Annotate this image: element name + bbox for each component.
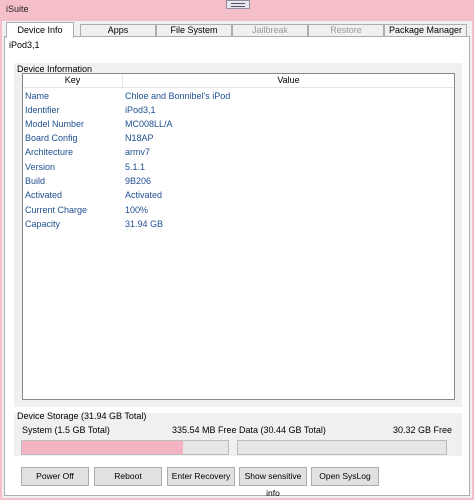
system-free-label: 335.54 MB Free	[172, 425, 237, 435]
row-value: 100%	[125, 205, 149, 215]
device-information-group: Device Information Key Value Name Chloe a…	[14, 63, 462, 407]
row-value: N18AP	[125, 133, 154, 143]
reboot-button[interactable]: Reboot	[94, 467, 162, 486]
row-key: Identifier	[25, 105, 60, 115]
data-free-label: 30.32 GB Free	[393, 425, 453, 435]
row-key: Architecture	[25, 147, 74, 157]
row-key: Version	[25, 162, 56, 172]
open-syslog-button[interactable]: Open SysLog	[311, 467, 379, 486]
column-header-value[interactable]: Value	[123, 74, 454, 88]
list-row[interactable]: Model Number MC008LL/A	[23, 117, 454, 131]
main-window: Device Info Apps File System Jailbreak R…	[2, 21, 472, 498]
power-off-button[interactable]: Power Off	[21, 467, 89, 486]
data-storage-label: Data (30.44 GB Total)	[239, 425, 326, 435]
row-key: Activated	[25, 190, 63, 200]
device-storage-group: Device Storage (31.94 GB Total) System (…	[14, 411, 462, 456]
tab-device-info[interactable]: Device Info	[6, 22, 74, 38]
grip-handle-icon[interactable]	[226, 0, 250, 9]
row-key: Model Number	[25, 119, 85, 129]
show-sensitive-info-button[interactable]: Show sensitive info	[239, 467, 307, 498]
data-storage-bar	[237, 440, 447, 455]
system-storage-bar	[21, 440, 229, 455]
list-row[interactable]: Identifier iPod3,1	[23, 103, 454, 117]
list-row[interactable]: Capacity 31.94 GB	[23, 217, 454, 231]
enter-recovery-button[interactable]: Enter Recovery	[167, 467, 235, 486]
column-header-key[interactable]: Key	[23, 74, 123, 88]
row-value: 9B206	[125, 176, 152, 186]
row-key: Build	[25, 176, 46, 186]
list-row[interactable]: Architecture armv7	[23, 145, 454, 159]
window-title: iSuite	[6, 4, 29, 14]
row-value: Activated	[125, 190, 163, 200]
list-row[interactable]: Current Charge 100%	[23, 203, 454, 217]
row-value: Chloe and Bonnibel's iPod	[125, 91, 231, 101]
row-value: 31.94 GB	[125, 219, 164, 229]
row-value: MC008LL/A	[125, 119, 173, 129]
row-key: Capacity	[25, 219, 61, 229]
row-value: armv7	[125, 147, 151, 157]
list-row[interactable]: Activated Activated	[23, 188, 454, 202]
list-header: Key Value	[23, 74, 454, 88]
device-name-label: iPod3,1	[9, 40, 40, 50]
list-row[interactable]: Board Config N18AP	[23, 131, 454, 145]
row-value: iPod3,1	[125, 105, 156, 115]
row-key: Current Charge	[25, 205, 88, 215]
system-storage-label: System (1.5 GB Total)	[22, 425, 110, 435]
system-storage-fill	[22, 441, 183, 454]
title-bar[interactable]: iSuite	[0, 0, 474, 21]
list-row[interactable]: Build 9B206	[23, 174, 454, 188]
row-key: Name	[25, 91, 50, 101]
device-storage-legend: Device Storage (31.94 GB Total)	[17, 411, 147, 421]
device-info-panel: iPod3,1 Device Information Key Value Nam…	[4, 36, 470, 498]
row-value: 5.1.1	[125, 162, 146, 172]
device-info-list[interactable]: Key Value Name Chloe and Bonnibel's iPod …	[22, 73, 455, 400]
list-row[interactable]: Name Chloe and Bonnibel's iPod	[23, 89, 454, 103]
row-key: Board Config	[25, 133, 78, 143]
list-row[interactable]: Version 5.1.1	[23, 160, 454, 174]
